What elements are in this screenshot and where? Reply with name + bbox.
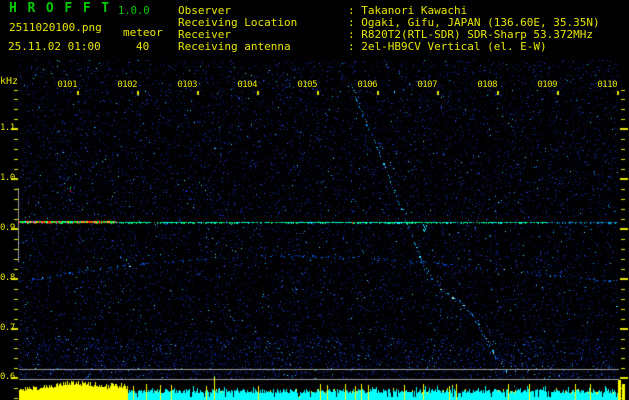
- app-version: 1.0.0: [118, 5, 150, 17]
- freq-tick-label: 0.7: [0, 322, 15, 333]
- hrofft-window: H R O F F T 1.0.0 2511020100.png meteor …: [0, 0, 629, 400]
- time-tick-label: 0103: [177, 80, 197, 90]
- time-tick-label: 0106: [357, 80, 377, 90]
- freq-tick-label: 0.9: [0, 222, 15, 233]
- spectrogram-canvas: [0, 0, 629, 400]
- freq-tick-label: 0.8: [0, 272, 15, 283]
- observer-info-block: Observer: Takanori Kawachi Receiving Loca…: [178, 5, 600, 53]
- freq-tick-label: 0.6: [0, 372, 15, 383]
- khz-unit-label: kHz: [0, 76, 19, 87]
- freq-tick-label: 1.1: [0, 123, 15, 134]
- filename: 2511020100.png: [9, 21, 102, 34]
- freq-tick-label: 1.0: [0, 173, 15, 184]
- time-tick-label: 0107: [417, 80, 437, 90]
- info-value: : 2el-HB9CV Vertical (el. E-W): [348, 40, 547, 53]
- time-tick-label: 0101: [57, 80, 77, 90]
- time-tick-label: 0109: [537, 80, 557, 90]
- info-row: Receiving antenna : 2el-HB9CV Vertical (e…: [178, 41, 600, 53]
- mode-label: meteor: [123, 26, 163, 39]
- app-title: H R O F F T: [9, 1, 111, 16]
- time-tick-label: 0108: [477, 80, 497, 90]
- datetime: 25.11.02 01:00: [8, 40, 101, 53]
- time-tick-label: 0102: [117, 80, 137, 90]
- time-tick-label: 0105: [297, 80, 317, 90]
- info-label: Receiving antenna: [178, 40, 291, 53]
- time-tick-label: 0110: [597, 80, 617, 90]
- time-tick-label: 0104: [237, 80, 257, 90]
- count-value: 40: [136, 40, 150, 53]
